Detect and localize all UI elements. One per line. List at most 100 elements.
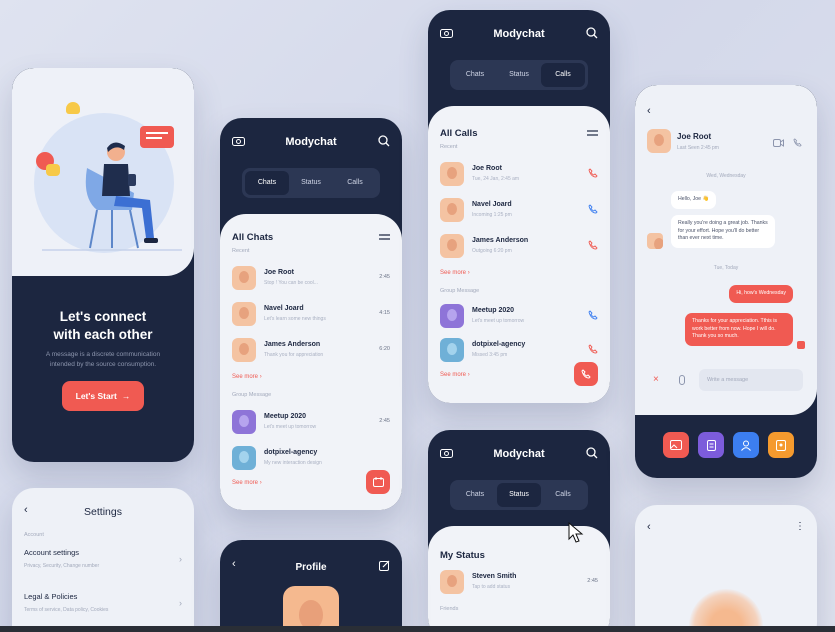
message-input[interactable]: Write a message xyxy=(699,369,803,391)
conversation-screen: ‹ Joe Root Last Seen 2:45 pm Wed, Wednes… xyxy=(635,85,817,478)
section-title: All Chats xyxy=(232,232,274,243)
lets-start-label: Let's Start xyxy=(75,391,117,401)
back-icon[interactable]: ‹ xyxy=(647,521,651,533)
phone-add-icon xyxy=(581,369,591,379)
call-row[interactable]: James Anderson Outgoing 6:20 pm xyxy=(440,234,598,260)
incoming-message: Really you're doing a great job. Thanks … xyxy=(671,215,775,248)
group-call-row[interactable]: Meetup 2020 Let's meet up tomorrow xyxy=(440,304,598,330)
call-detail: Tue, 24 Jan, 2:45 am xyxy=(472,176,520,182)
phone-incoming-icon[interactable] xyxy=(588,204,598,214)
see-more-link[interactable]: See more › xyxy=(232,374,262,380)
video-call-icon[interactable] xyxy=(773,139,784,147)
contact-button[interactable] xyxy=(733,432,759,458)
chat-row[interactable]: James Anderson Thank you for appreciatio… xyxy=(232,338,390,364)
settings-title: Settings xyxy=(84,506,122,518)
date-divider: Wed, Wednesday xyxy=(706,173,746,179)
filter-icon[interactable] xyxy=(379,232,390,242)
document-icon xyxy=(706,439,716,451)
tab-calls[interactable]: Calls xyxy=(541,483,585,507)
avatar xyxy=(440,570,464,594)
more-icon[interactable]: ⋮ xyxy=(795,521,805,532)
chevron-right-icon: › xyxy=(259,374,262,380)
group-detail: Let's meet up tomorrow xyxy=(472,318,525,324)
tab-status[interactable]: Status xyxy=(289,171,333,195)
avatar xyxy=(647,129,671,153)
chat-row[interactable]: Joe Root Stop ! You can be cool... 2:45 xyxy=(232,266,390,292)
tab-chats[interactable]: Chats xyxy=(245,171,289,195)
chat-name: James Anderson xyxy=(264,341,321,348)
arrow-right-icon: → xyxy=(121,391,131,401)
group-detail: Missed 3:45 pm xyxy=(472,352,508,358)
see-more-link[interactable]: See more › xyxy=(440,372,470,378)
group-row[interactable]: dotpixel-agency My new interaction desig… xyxy=(232,446,390,472)
close-icon[interactable]: × xyxy=(653,374,659,385)
gallery-button[interactable] xyxy=(663,432,689,458)
see-more-link[interactable]: See more › xyxy=(232,480,262,486)
title-line-1: Let's connect xyxy=(59,309,147,324)
tab-calls[interactable]: Calls xyxy=(333,171,377,195)
chat-time: 2:45 xyxy=(379,274,390,280)
title-line-2: with each other xyxy=(53,327,153,342)
heart-icon xyxy=(66,102,80,114)
group-name: Meetup 2020 xyxy=(472,307,515,314)
edit-icon[interactable] xyxy=(379,560,390,571)
my-status-row[interactable]: Steven Smith Tap to add status 2:45 xyxy=(440,570,598,596)
tab-status[interactable]: Status xyxy=(497,63,541,87)
see-more-link[interactable]: See more › xyxy=(440,270,470,276)
app-title: Modychat xyxy=(285,136,337,148)
onboarding-screen: Let's connect with each other A message … xyxy=(12,68,194,462)
section-title: My Status xyxy=(440,550,485,561)
new-call-button[interactable] xyxy=(574,362,598,386)
tab-chats[interactable]: Chats xyxy=(453,483,497,507)
search-icon[interactable] xyxy=(586,27,598,39)
file-icon xyxy=(776,439,786,451)
avatar xyxy=(440,234,464,258)
avatar xyxy=(232,302,256,326)
group-preview: My new interaction design xyxy=(264,460,322,466)
group-call-row[interactable]: dotpixel-agency Missed 3:45 pm xyxy=(440,338,598,364)
tab-status[interactable]: Status xyxy=(497,483,541,507)
see-more-label: See more xyxy=(440,270,467,276)
phone-icon[interactable] xyxy=(793,138,802,147)
chevron-right-icon: › xyxy=(467,270,470,276)
location-button[interactable] xyxy=(768,432,794,458)
call-list-sheet: All Calls Recent Joe Root Tue, 24 Jan, 2… xyxy=(428,106,610,403)
call-row[interactable]: Navel Joard Incoming 1:25 pm xyxy=(440,198,598,224)
tab-chats[interactable]: Chats xyxy=(453,63,497,87)
avatar xyxy=(440,198,464,222)
account-settings-item[interactable]: Account settings Privacy, Security, Chan… xyxy=(24,548,182,572)
group-time: 2:45 xyxy=(379,418,390,424)
see-more-label: See more xyxy=(440,372,467,378)
phone-missed-icon[interactable] xyxy=(588,168,598,178)
app-title: Modychat xyxy=(493,28,545,40)
microphone-icon[interactable] xyxy=(679,375,685,385)
friends-label: Friends xyxy=(440,606,459,612)
avatar xyxy=(440,162,464,186)
chevron-right-icon: › xyxy=(179,598,182,608)
calls-screen: Modychat Chats Status Calls All Calls Re… xyxy=(428,10,610,403)
chevron-right-icon: › xyxy=(179,554,182,564)
call-row[interactable]: Joe Root Tue, 24 Jan, 2:45 am xyxy=(440,162,598,188)
back-icon[interactable]: ‹ xyxy=(647,105,651,117)
tab-switcher: Chats Status Calls xyxy=(450,60,588,90)
new-chat-button[interactable] xyxy=(366,470,390,494)
chats-screen: Modychat Chats Status Calls All Chats Re… xyxy=(220,118,402,510)
phone-outgoing-icon[interactable] xyxy=(588,240,598,250)
group-row[interactable]: Meetup 2020 Let's meet up tomorrow 2:45 xyxy=(232,410,390,436)
search-icon[interactable] xyxy=(586,447,598,459)
phone-incoming-icon[interactable] xyxy=(588,310,598,320)
search-icon[interactable] xyxy=(378,135,390,147)
call-detail: Outgoing 6:20 pm xyxy=(472,248,512,254)
item-label: Legal & Policies xyxy=(24,592,78,601)
lets-start-button[interactable]: Let's Start → xyxy=(62,381,144,411)
group-avatar xyxy=(440,304,464,328)
chat-row[interactable]: Navel Joard Let's learn some new things … xyxy=(232,302,390,328)
filter-icon[interactable] xyxy=(587,128,598,138)
chat-name: Joe Root xyxy=(264,269,294,276)
call-name: Navel Joard xyxy=(472,201,512,208)
document-button[interactable] xyxy=(698,432,724,458)
phone-missed-icon[interactable] xyxy=(588,344,598,354)
legal-policies-item[interactable]: Legal & Policies Terms of service, Data … xyxy=(24,592,182,616)
group-avatar xyxy=(232,446,256,470)
tab-calls[interactable]: Calls xyxy=(541,63,585,87)
